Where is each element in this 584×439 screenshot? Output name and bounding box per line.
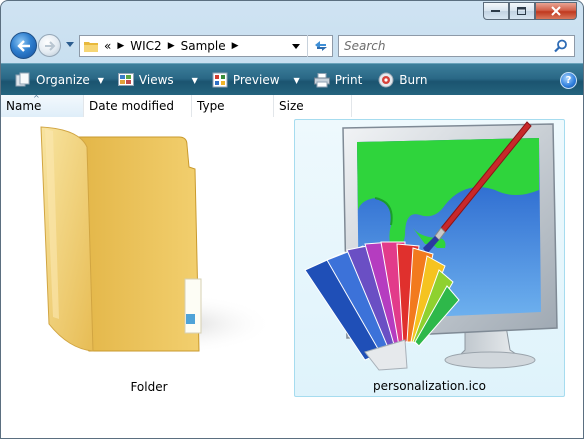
- help-button[interactable]: ?: [560, 71, 577, 89]
- minimize-icon: [491, 10, 500, 12]
- column-header-date-label: Date modified: [89, 99, 175, 113]
- organize-icon: [15, 72, 30, 87]
- personalization-icon: [304, 121, 558, 371]
- maximize-button[interactable]: [509, 2, 535, 20]
- list-item-personalization-ico[interactable]: personalization.ico: [294, 119, 565, 397]
- column-header-name[interactable]: ^ Name: [1, 95, 84, 117]
- chevron-down-icon: ▼: [293, 75, 300, 85]
- column-header-type-label: Type: [197, 99, 225, 113]
- burn-label: Burn: [399, 73, 428, 87]
- sort-ascending-icon: ^: [33, 94, 40, 103]
- preview-label: Preview: [232, 73, 280, 87]
- burn-button[interactable]: Burn: [374, 64, 431, 96]
- breadcrumb-separator[interactable]: ▶: [168, 41, 175, 51]
- close-button[interactable]: [535, 2, 577, 20]
- column-header-size[interactable]: Size: [274, 95, 352, 117]
- column-header-type[interactable]: Type: [192, 95, 274, 117]
- search-icon[interactable]: [554, 39, 568, 53]
- column-header-date-modified[interactable]: Date modified: [84, 95, 192, 117]
- color-swatches: [304, 241, 460, 371]
- back-button[interactable]: [10, 32, 37, 59]
- column-header-size-label: Size: [279, 99, 304, 113]
- close-icon: [551, 6, 561, 16]
- organize-button[interactable]: Organize ▼: [11, 64, 108, 96]
- refresh-button[interactable]: [307, 35, 334, 57]
- forward-button[interactable]: [38, 34, 61, 57]
- list-item-folder[interactable]: Folder: [9, 119, 289, 397]
- item-label: personalization.ico: [373, 379, 486, 393]
- recent-pages-dropdown[interactable]: [65, 39, 75, 51]
- search-box[interactable]: Search: [338, 35, 575, 57]
- print-label: Print: [334, 73, 363, 87]
- print-button[interactable]: Print: [310, 64, 367, 96]
- views-button[interactable]: Views ▼: [114, 64, 202, 96]
- breadcrumb-sample[interactable]: Sample: [181, 39, 226, 53]
- search-placeholder: Search: [344, 39, 386, 53]
- column-headers: ^ Name Date modified Type Size: [1, 95, 583, 118]
- folder-icon: [84, 42, 98, 52]
- preview-icon: [212, 72, 228, 88]
- printer-icon: [313, 72, 330, 87]
- breadcrumb-wic2[interactable]: WIC2: [130, 39, 161, 53]
- refresh-icon: [315, 41, 327, 51]
- views-icon: [117, 73, 134, 86]
- folder-icon: [40, 126, 274, 354]
- preview-button[interactable]: Preview ▼: [208, 64, 304, 96]
- maximize-icon: [517, 6, 526, 15]
- back-arrow-icon: [16, 39, 30, 52]
- chevron-down-icon: [292, 43, 300, 49]
- chevron-down-icon: ▼: [97, 75, 104, 85]
- organize-label: Organize: [36, 73, 90, 87]
- breadcrumb-separator[interactable]: ▶: [232, 41, 239, 51]
- breadcrumb-overflow[interactable]: «: [104, 39, 111, 53]
- minimize-button[interactable]: [483, 2, 509, 20]
- navigation-row: « ▶ WIC2 ▶ Sample ▶ Search: [1, 29, 583, 63]
- address-bar[interactable]: « ▶ WIC2 ▶ Sample ▶: [79, 35, 333, 57]
- explorer-window: « ▶ WIC2 ▶ Sample ▶ Search Organize ▼ Vi…: [0, 0, 584, 439]
- burn-disc-icon: [378, 72, 394, 88]
- chevron-down-icon: [66, 42, 74, 47]
- breadcrumb-separator[interactable]: ▶: [117, 41, 124, 51]
- chevron-down-icon: ▼: [191, 75, 198, 85]
- address-dropdown-arrow[interactable]: [292, 42, 300, 51]
- forward-arrow-icon: [44, 40, 55, 51]
- file-list: Folder personalization.ico: [1, 117, 583, 438]
- command-bar: Organize ▼ Views ▼ Preview ▼ Print Burn …: [1, 63, 583, 96]
- item-label: Folder: [130, 380, 168, 394]
- caption-buttons: [483, 2, 577, 21]
- help-icon: ?: [565, 74, 572, 86]
- views-label: Views: [138, 73, 174, 87]
